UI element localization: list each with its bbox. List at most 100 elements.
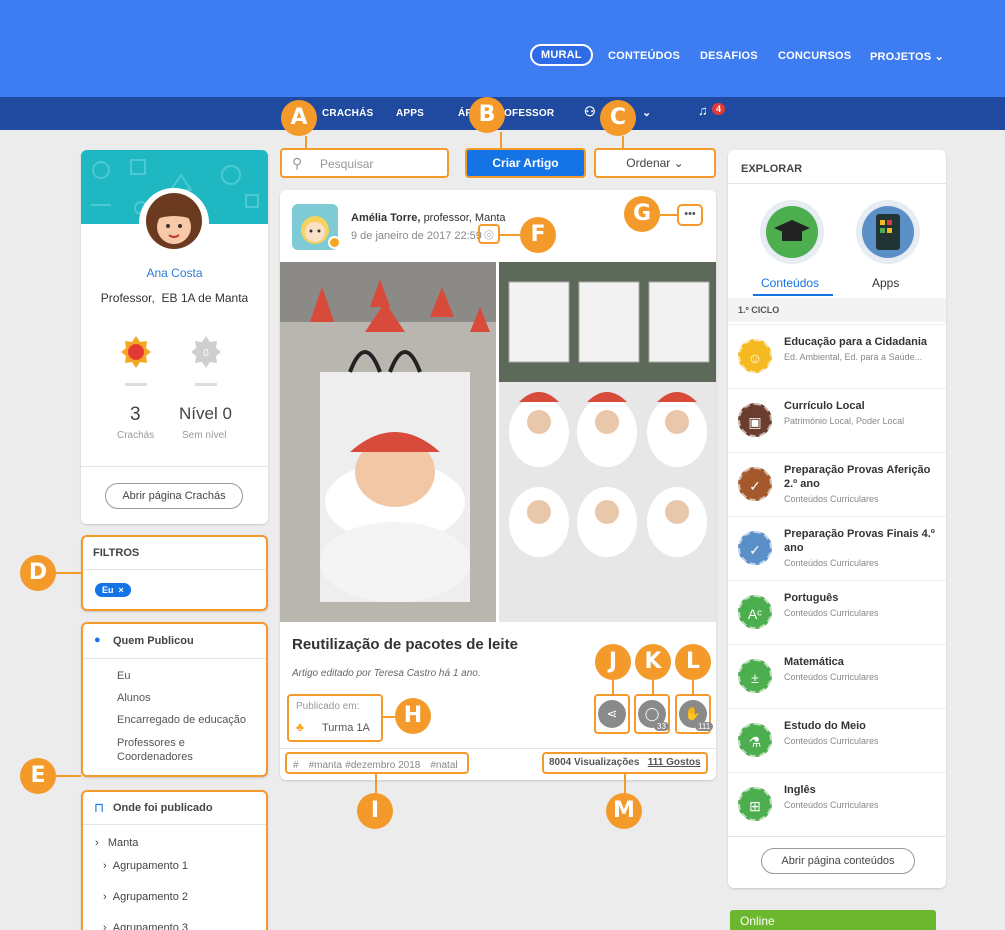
search-input[interactable]: Pesquisar — [320, 157, 373, 171]
divider — [728, 183, 946, 184]
callout-line-i — [375, 774, 377, 794]
published-in-value[interactable]: Turma 1A — [322, 722, 370, 734]
online-status-dot — [328, 236, 341, 249]
explore-item-portugues[interactable]: Aᶜ Português Conteúdos Curriculares — [728, 580, 946, 644]
filter-option-encarregado[interactable]: Encarregado de educação — [117, 714, 246, 726]
likes-link[interactable]: 111 Gostos — [648, 757, 701, 768]
callout-marker-i: I — [357, 793, 393, 829]
more-options-button[interactable]: ••• — [677, 204, 703, 226]
tree-item-agrupamento-2[interactable]: › Agrupamento 2 — [103, 891, 188, 903]
badge-divider — [125, 383, 147, 386]
user-avatar-icon — [146, 193, 202, 249]
order-dropdown[interactable]: Ordenar ⌄ — [594, 148, 716, 178]
explore-item-matematica[interactable]: ± Matemática Conteúdos Curriculares — [728, 644, 946, 708]
contents-tab-icon[interactable] — [760, 200, 824, 264]
apps-tab-icon[interactable] — [856, 200, 920, 264]
item-subtitle: Conteúdos Curriculares — [784, 558, 879, 568]
callout-marker-b: B — [469, 97, 505, 133]
item-title: Matemática — [784, 656, 844, 668]
tags-box: # #manta #dezembro 2018 #natal — [285, 752, 469, 774]
nav-conteudos[interactable]: CONTEÚDOS — [608, 50, 680, 62]
post-author[interactable]: Amélia Torre, professor, Manta — [351, 212, 506, 224]
callout-line-d — [55, 572, 81, 574]
nav-concursos[interactable]: CONCURSOS — [778, 50, 851, 62]
avatar[interactable] — [139, 188, 209, 258]
tree-label: Agrupamento 1 — [112, 860, 189, 872]
callout-marker-d: D — [20, 555, 56, 591]
tree-item-agrupamento-1[interactable]: › Agrupamento 1 — [103, 860, 188, 872]
document-icon: ▣ — [738, 403, 772, 437]
post-title[interactable]: Reutilização de pacotes de leite — [292, 636, 518, 653]
notifications-bell-icon[interactable]: ♫ — [698, 103, 708, 118]
tab-conteudos[interactable]: Conteúdos — [761, 276, 819, 290]
notifications-badge: 4 — [712, 103, 726, 115]
share-button[interactable]: ⋖ — [598, 700, 626, 728]
item-title: Currículo Local — [784, 400, 865, 412]
tag-natal[interactable]: #natal — [430, 760, 457, 771]
profile-card: Ana Costa Professor, EB 1A de Manta 0 3 … — [81, 150, 268, 524]
nav-projetos[interactable]: PROJETOS ⌄ — [870, 50, 944, 63]
item-subtitle: Conteúdos Curriculares — [784, 736, 879, 746]
nav-apps[interactable]: APPS — [396, 108, 424, 119]
tag-dezembro[interactable]: #dezembro 2018 — [345, 760, 420, 771]
filter-option-professores[interactable]: Professores e Coordenadores — [117, 736, 227, 764]
user-icon[interactable]: ⚇ — [584, 104, 596, 120]
post-photo-left[interactable] — [280, 262, 496, 622]
tree-item-agrupamento-3[interactable]: › Agrupamento 3 — [103, 922, 188, 930]
flask-icon: ⚗ — [738, 723, 772, 757]
level-label: Sem nível — [182, 430, 227, 441]
badges-count: 3 — [130, 404, 141, 425]
tag-hash: # — [293, 760, 299, 771]
role-text: Professor, — [100, 291, 155, 305]
views-count: 8004 Visualizações — [549, 757, 640, 768]
graduation-cap-icon — [766, 206, 818, 258]
item-title: Português — [784, 592, 839, 604]
nav-mural[interactable]: MURAL — [530, 44, 593, 66]
post-edited-note: Artigo editado por Teresa Castro há 1 an… — [292, 668, 481, 679]
math-operators-icon: ± — [738, 659, 772, 693]
explore-item-curriculo-local[interactable]: ▣ Currículo Local Património Local, Pode… — [728, 388, 946, 452]
open-contents-button[interactable]: Abrir página conteúdos — [761, 848, 915, 874]
profile-name[interactable]: Ana Costa — [81, 266, 268, 280]
close-icon[interactable]: × — [119, 585, 124, 595]
chevron-down-icon: ⌄ — [934, 51, 944, 63]
explore-item-estudo-meio[interactable]: ⚗ Estudo do Meio Conteúdos Curriculares — [728, 708, 946, 772]
filter-option-eu[interactable]: Eu — [117, 670, 130, 682]
tab-apps[interactable]: Apps — [872, 276, 899, 290]
clipboard-icon: ✓ — [738, 467, 772, 501]
callout-marker-g: G — [624, 196, 660, 232]
callout-line-a — [305, 136, 307, 148]
callout-marker-c: C — [600, 100, 636, 136]
nav-crachas[interactable]: CRACHÁS — [322, 108, 373, 119]
search-box[interactable]: ⚲ Pesquisar — [280, 148, 449, 178]
tree-item-manta[interactable]: › Manta — [95, 837, 138, 849]
search-icon: ⚲ — [292, 155, 303, 171]
nav-desafios[interactable]: DESAFIOS — [700, 50, 758, 62]
explore-item-cidadania[interactable]: ☺ Educação para a Cidadania Ed. Ambienta… — [728, 324, 946, 388]
tag-manta[interactable]: #manta — [309, 760, 342, 771]
level-divider — [195, 383, 217, 386]
item-subtitle: Património Local, Poder Local — [784, 416, 905, 426]
explore-card: EXPLORAR Conteúdos Apps 1.º CICLO ☺ Educ… — [728, 150, 946, 888]
create-article-button[interactable]: Criar Artigo — [465, 148, 586, 178]
chevron-down-icon[interactable]: ⌄ — [642, 106, 651, 119]
explore-item-provas-finais[interactable]: ✓ Preparação Provas Finais 4.º ano Conte… — [728, 516, 946, 580]
explore-item-afericao[interactable]: ✓ Preparação Provas Aferição 2.º ano Con… — [728, 452, 946, 516]
who-published-card: ● Quem Publicou Eu Alunos Encarregado de… — [81, 622, 268, 777]
item-title: Preparação Provas Aferição 2.º ano — [784, 464, 931, 490]
profile-role: Professor, EB 1A de Manta — [81, 291, 268, 305]
online-panel[interactable]: Online — [730, 910, 936, 930]
filter-option-alunos[interactable]: Alunos — [117, 692, 151, 704]
level-value: Nível 0 — [179, 404, 232, 423]
letters-icon: Aᶜ — [738, 595, 772, 629]
explore-item-ingles[interactable]: ⊞ Inglês Conteúdos Curriculares — [728, 772, 946, 836]
callout-marker-l: L — [675, 644, 711, 680]
open-badges-button[interactable]: Abrir página Crachás — [105, 483, 243, 509]
callout-marker-e: E — [20, 758, 56, 794]
callout-line-f — [500, 234, 520, 236]
where-published-card: ⊓ Onde foi publicado › Manta › Agrupamen… — [81, 790, 268, 930]
author-meta: professor, Manta — [423, 212, 506, 224]
tree-label: Agrupamento 3 — [112, 922, 189, 930]
post-photo-right[interactable] — [499, 262, 716, 622]
filter-chip-eu[interactable]: Eu × — [95, 583, 131, 597]
